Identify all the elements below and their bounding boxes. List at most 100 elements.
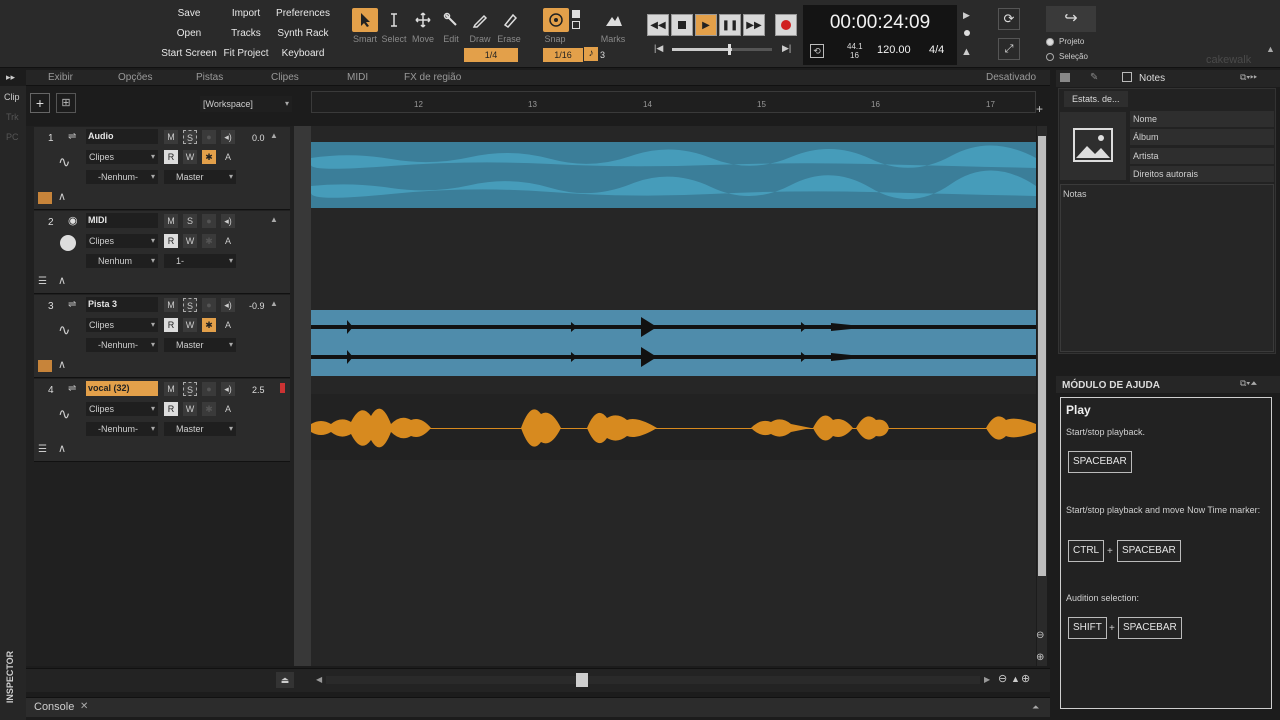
- vocal-clip[interactable]: [311, 394, 1036, 460]
- clips-dropdown[interactable]: Clipes: [86, 318, 158, 332]
- select-tool-button[interactable]: [381, 8, 407, 32]
- menu-exibir[interactable]: Exibir: [48, 72, 73, 84]
- tracks-button[interactable]: Tracks: [218, 25, 274, 43]
- preferences-button[interactable]: Preferences: [274, 5, 332, 23]
- track-4-header[interactable]: 4 ⇌ vocal (32) M S ● ◂) 2.5 ∿ Clipes R W…: [34, 379, 290, 462]
- save-button[interactable]: Save: [160, 5, 218, 23]
- rewind-button[interactable]: ◀◀: [647, 14, 669, 36]
- scroll-left-icon[interactable]: ◀: [316, 675, 322, 684]
- open-button[interactable]: Open: [160, 25, 218, 43]
- marks-button[interactable]: [601, 8, 627, 32]
- fast-forward-button[interactable]: ▶▶: [743, 14, 765, 36]
- write-automation-button[interactable]: W: [183, 234, 197, 248]
- volume-arrow-icon[interactable]: ▲: [270, 131, 278, 140]
- field-nome[interactable]: Nome: [1130, 111, 1274, 127]
- speaker-icon[interactable]: ◂): [221, 382, 235, 396]
- pista-3-clip[interactable]: [311, 310, 1036, 376]
- clips-dropdown[interactable]: Clipes: [86, 150, 158, 164]
- output-dropdown[interactable]: Master: [164, 422, 236, 436]
- automation-icon[interactable]: ∧: [58, 190, 66, 203]
- clips-dropdown[interactable]: Clipes: [86, 402, 158, 416]
- output-dropdown[interactable]: Master: [164, 338, 236, 352]
- input-dropdown[interactable]: -Nenhum-: [86, 170, 158, 184]
- track-1-header[interactable]: 1 ⇌ Audio M S ● ◂) 0.0 ▲ ∿ Clipes R W ✱ …: [34, 127, 290, 210]
- help-panel-menu-icon[interactable]: ⧉▾⏶: [1240, 378, 1257, 389]
- solo-button[interactable]: S: [183, 382, 197, 396]
- console-expand-icon[interactable]: ⏶: [1032, 702, 1039, 713]
- record-arm-button[interactable]: ✱: [202, 150, 216, 164]
- effects-bin-icon[interactable]: ☰: [38, 444, 47, 455]
- zoom-in-horizontal-icon[interactable]: ⊕: [1021, 672, 1030, 685]
- automation-icon[interactable]: ∧: [58, 442, 66, 455]
- record-mode-icon[interactable]: [964, 30, 970, 36]
- go-to-end-icon[interactable]: ▶|: [782, 43, 791, 54]
- ruler-add-icon[interactable]: +: [1036, 102, 1043, 116]
- menu-clipes[interactable]: Clipes: [271, 72, 299, 84]
- radio-selection[interactable]: [1046, 53, 1054, 61]
- inspector-label[interactable]: INSPECTOR: [5, 651, 15, 703]
- vertical-scrollbar[interactable]: [1037, 126, 1047, 666]
- speaker-icon[interactable]: ◂): [221, 298, 235, 312]
- tempo-display[interactable]: 120.00: [877, 44, 911, 56]
- speaker-icon[interactable]: ◂): [221, 214, 235, 228]
- erase-tool-button[interactable]: [496, 8, 522, 32]
- zoom-out-horizontal-icon[interactable]: ⊖: [998, 672, 1007, 685]
- field-artista[interactable]: Artista: [1130, 148, 1274, 164]
- output-dropdown[interactable]: 1-: [164, 254, 236, 268]
- export-button[interactable]: ↪: [1046, 6, 1096, 32]
- expand-left-icon[interactable]: ▸▸: [6, 72, 15, 83]
- write-automation-button[interactable]: W: [183, 402, 197, 416]
- move-tool-button[interactable]: [410, 8, 436, 32]
- solo-button[interactable]: S: [183, 130, 197, 144]
- side-tab-pc[interactable]: PC: [6, 132, 19, 142]
- console-close-icon[interactable]: ✕: [80, 701, 88, 712]
- play-button[interactable]: ▶: [695, 14, 717, 36]
- track-name[interactable]: Audio: [86, 129, 158, 144]
- archive-button[interactable]: A: [221, 318, 235, 332]
- stop-button[interactable]: [671, 14, 693, 36]
- notes-tab-icon[interactable]: [1122, 72, 1132, 82]
- menu-pistas[interactable]: Pistas: [196, 72, 223, 84]
- side-tab-clip[interactable]: Clip: [4, 92, 20, 102]
- record-arm-button[interactable]: ✱: [202, 234, 216, 248]
- input-dropdown[interactable]: -Nenhum-: [86, 338, 158, 352]
- synth-rack-button[interactable]: Synth Rack: [274, 25, 332, 43]
- solo-button[interactable]: S: [183, 214, 197, 228]
- solo-button[interactable]: S: [183, 298, 197, 312]
- radio-project[interactable]: [1046, 38, 1054, 46]
- fit-project-button[interactable]: Fit Project: [218, 45, 274, 63]
- now-time-display[interactable]: 00:00:24:09: [803, 12, 957, 34]
- mute-button[interactable]: M: [164, 382, 178, 396]
- start-screen-button[interactable]: Start Screen: [160, 45, 218, 63]
- field-album[interactable]: Álbum: [1130, 129, 1274, 145]
- workspace-dropdown[interactable]: [Workspace]: [200, 96, 292, 112]
- volume-arrow-icon[interactable]: ▲: [270, 299, 278, 308]
- record-button[interactable]: [775, 14, 797, 36]
- read-automation-button[interactable]: R: [164, 150, 178, 164]
- snap-button[interactable]: [543, 8, 569, 32]
- effects-bin-icon[interactable]: [38, 192, 52, 204]
- track-pane-scroll-icon[interactable]: ⏏: [276, 672, 294, 688]
- effects-bin-icon[interactable]: ☰: [38, 276, 47, 287]
- zoom-out-vertical-icon[interactable]: ⊖: [1036, 630, 1044, 641]
- input-echo-icon[interactable]: ●: [202, 298, 216, 312]
- record-arm-button[interactable]: ✱: [202, 402, 216, 416]
- record-arm-button[interactable]: ✱: [202, 318, 216, 332]
- metronome-icon[interactable]: ▲: [961, 46, 972, 58]
- transport-slider[interactable]: [672, 44, 772, 55]
- volume-arrow-icon[interactable]: ▲: [270, 215, 278, 224]
- add-track-button[interactable]: +: [30, 93, 50, 113]
- output-dropdown[interactable]: Master: [164, 170, 236, 184]
- track-volume[interactable]: 0.0: [252, 133, 265, 143]
- automation-icon[interactable]: ∧: [58, 274, 66, 287]
- write-automation-button[interactable]: W: [183, 318, 197, 332]
- archive-button[interactable]: A: [221, 234, 235, 248]
- stats-button[interactable]: Estats. de...: [1064, 91, 1128, 107]
- read-automation-button[interactable]: R: [164, 234, 178, 248]
- menu-opcoes[interactable]: Opções: [118, 72, 152, 84]
- effects-bin-icon[interactable]: [38, 360, 52, 372]
- archive-button[interactable]: A: [221, 402, 235, 416]
- console-tab[interactable]: Console: [34, 701, 74, 713]
- go-to-start-icon[interactable]: |◀: [654, 43, 663, 54]
- horizontal-scrollbar[interactable]: [326, 673, 980, 687]
